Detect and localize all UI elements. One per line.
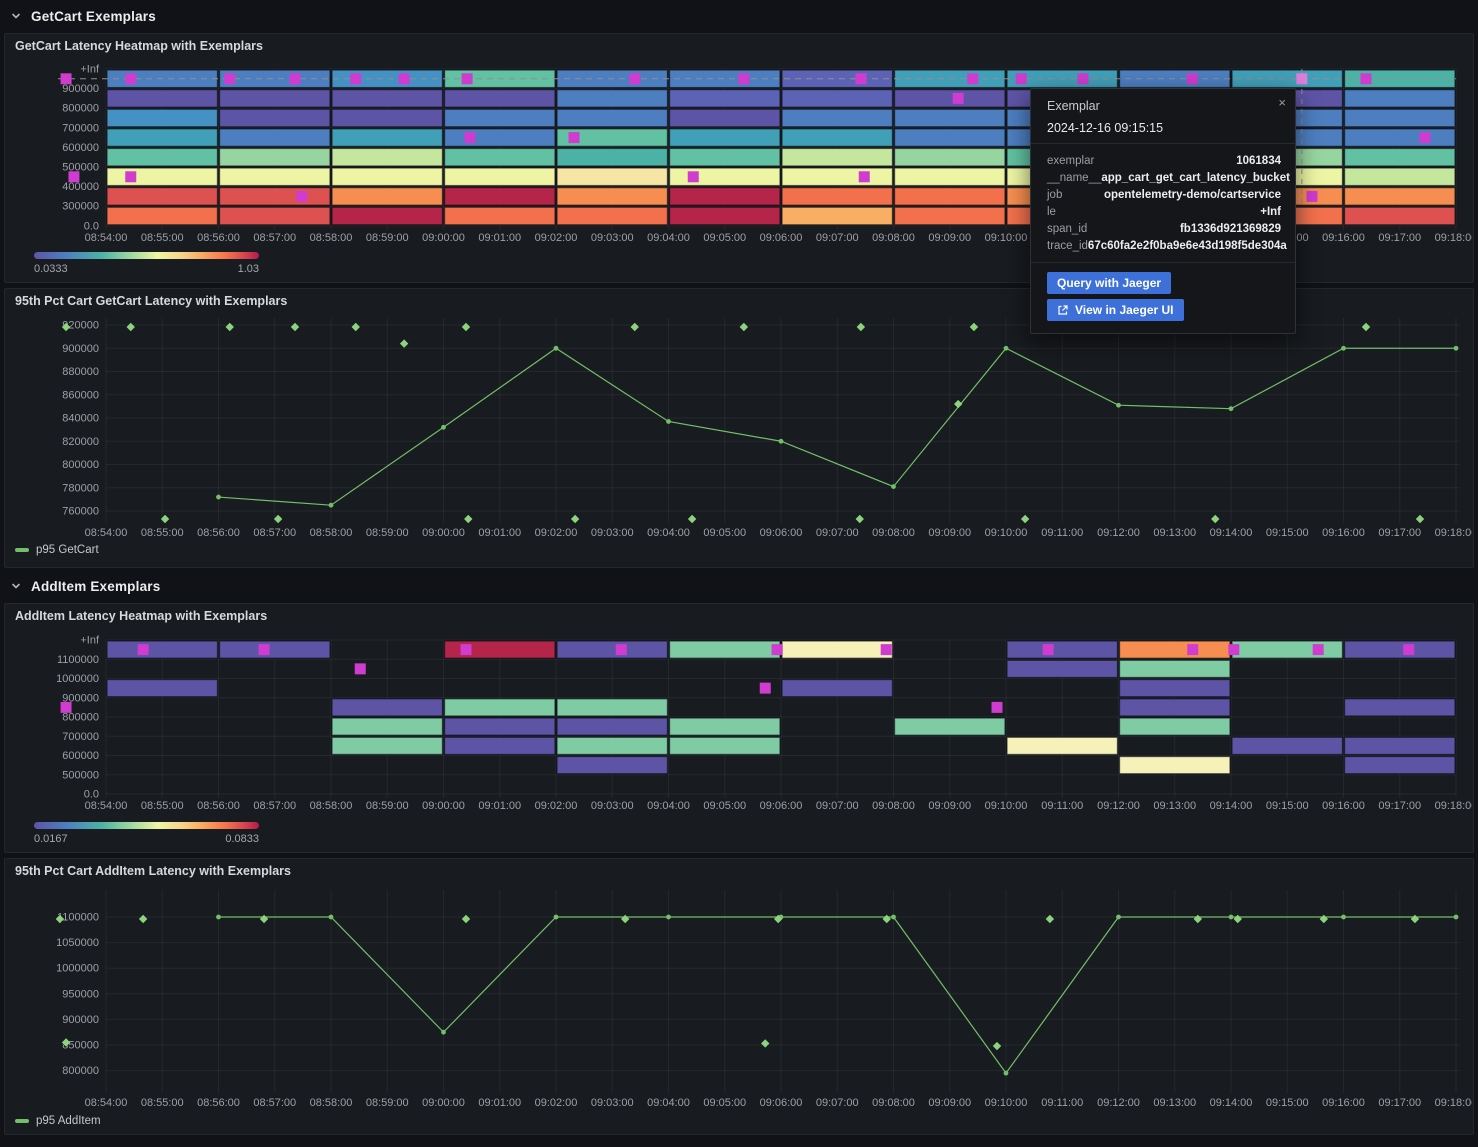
row-title: AddItem Exemplars — [31, 579, 160, 594]
series-color-swatch — [15, 548, 29, 552]
legend-p95-additem[interactable]: p95 AddItem — [15, 1115, 101, 1127]
grafana-dashboard: GetCart Exemplars AddItem Exemplars GetC… — [0, 0, 1478, 1147]
tooltip-field-row: span_id fb1336d921369829 — [1031, 220, 1295, 237]
query-with-jaeger-button[interactable]: Query with Jaeger — [1047, 272, 1171, 294]
chevron-down-icon — [10, 580, 22, 592]
field-label: exemplar — [1047, 155, 1094, 167]
field-value: app_cart_get_cart_latency_bucket — [1101, 172, 1290, 184]
scale-min-label: 0.0167 — [34, 833, 68, 845]
tooltip-timestamp: 2024-12-16 09:15:15 — [1047, 121, 1281, 135]
row-header-additem[interactable]: AddItem Exemplars — [0, 572, 1478, 600]
tooltip-field-row: job opentelemetry-demo/cartservice — [1031, 186, 1295, 203]
field-label: trace_id — [1047, 240, 1088, 252]
external-link-icon — [1057, 304, 1069, 316]
field-value: +Inf — [1260, 206, 1281, 218]
heatmap-color-scale: 0.0333 1.03 — [34, 252, 259, 259]
legend-p95-getcart[interactable]: p95 GetCart — [15, 544, 99, 556]
field-label: le — [1047, 206, 1056, 218]
panel-title[interactable]: 95th Pct Cart GetCart Latency with Exemp… — [15, 294, 287, 308]
tooltip-field-row: le +Inf — [1031, 203, 1295, 220]
tooltip-field-row: exemplar 1061834 — [1031, 152, 1295, 169]
tooltip-field-row: trace_id 67c60fa2e2f0ba9e6e43d198f5de304… — [1031, 237, 1295, 254]
panel-title[interactable]: 95th Pct Cart AddItem Latency with Exemp… — [15, 864, 291, 878]
color-gradient-bar — [34, 822, 259, 829]
series-color-swatch — [15, 1119, 29, 1123]
field-value: fb1336d921369829 — [1180, 223, 1281, 235]
panel-additem-latency: 95th Pct Cart AddItem Latency with Exemp… — [4, 858, 1474, 1135]
panel-title[interactable]: GetCart Latency Heatmap with Exemplars — [15, 39, 263, 53]
field-value: 1061834 — [1236, 155, 1281, 167]
view-in-jaeger-button[interactable]: View in Jaeger UI — [1047, 299, 1184, 321]
field-label: __name__ — [1047, 172, 1101, 184]
legend-label: p95 AddItem — [36, 1115, 101, 1127]
heatmap-color-scale: 0.0167 0.0833 — [34, 822, 259, 829]
scale-max-label: 0.0833 — [225, 833, 259, 845]
scale-min-label: 0.0333 — [34, 263, 68, 275]
panel-additem-heatmap: AddItem Latency Heatmap with Exemplars 0… — [4, 603, 1474, 853]
field-label: span_id — [1047, 223, 1087, 235]
exemplar-tooltip: Exemplar × 2024-12-16 09:15:15 exemplar … — [1030, 88, 1296, 334]
tooltip-field-row: __name__ app_cart_get_cart_latency_bucke… — [1031, 169, 1295, 186]
field-value: 67c60fa2e2f0ba9e6e43d198f5de304a — [1088, 240, 1287, 252]
field-label: job — [1047, 189, 1062, 201]
close-icon[interactable]: × — [1278, 96, 1286, 109]
field-value: opentelemetry-demo/cartservice — [1104, 189, 1281, 201]
row-header-getcart[interactable]: GetCart Exemplars — [0, 2, 1478, 30]
tooltip-title: Exemplar — [1047, 99, 1281, 113]
chevron-down-icon — [10, 10, 22, 22]
row-title: GetCart Exemplars — [31, 9, 156, 24]
color-gradient-bar — [34, 252, 259, 259]
tooltip-field-list: exemplar 1061834__name__ app_cart_get_ca… — [1031, 144, 1295, 263]
panel-title[interactable]: AddItem Latency Heatmap with Exemplars — [15, 609, 267, 623]
legend-label: p95 GetCart — [36, 544, 99, 556]
scale-max-label: 1.03 — [238, 263, 259, 275]
